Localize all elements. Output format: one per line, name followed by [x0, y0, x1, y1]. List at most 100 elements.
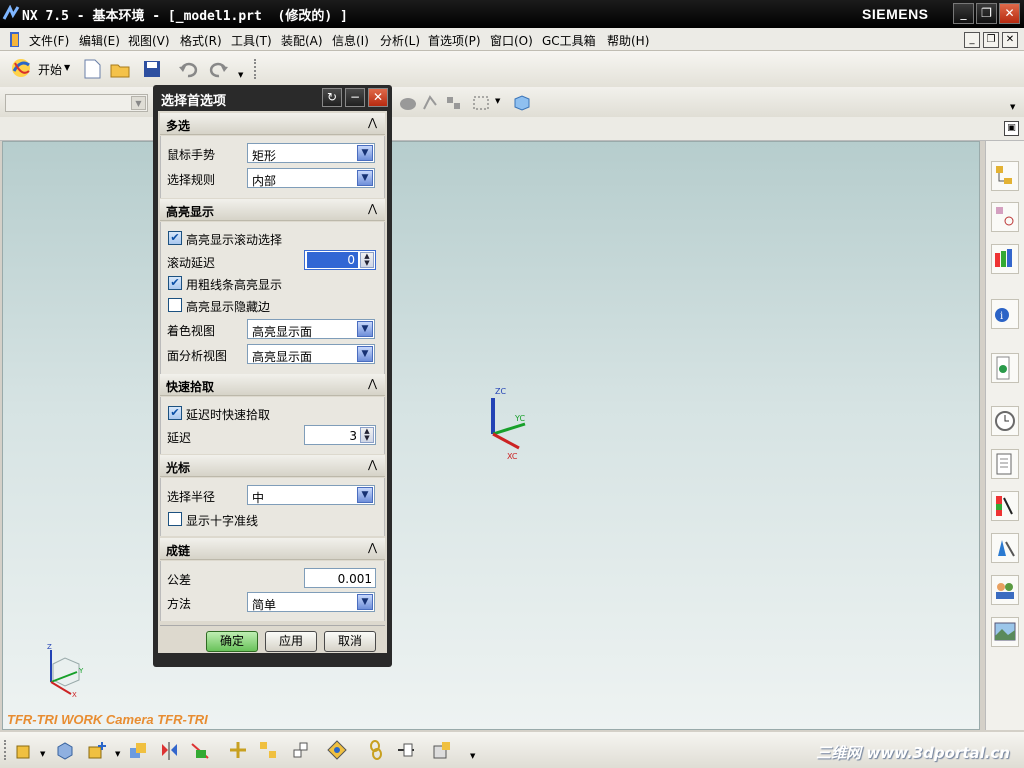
chevron-down-icon[interactable]: ▼ — [131, 96, 146, 110]
reuse-library-icon[interactable] — [991, 244, 1019, 274]
rule-select[interactable]: 内部 ▼ — [247, 168, 375, 188]
menu-tools[interactable]: 工具(T) — [231, 32, 272, 49]
radius-select[interactable]: 中 ▼ — [247, 485, 375, 505]
menu-assembly[interactable]: 装配(A) — [281, 32, 323, 49]
redo-icon[interactable] — [209, 59, 229, 79]
maximize-view-icon[interactable]: ▣ — [1004, 121, 1019, 136]
chevron-down-icon[interactable]: ▼ — [495, 97, 500, 105]
minimize-dialog-button[interactable]: − — [345, 88, 365, 107]
toolbar-grip[interactable] — [254, 59, 258, 79]
chevron-down-icon[interactable]: ▼ — [357, 145, 373, 161]
toolbar-overflow-icon[interactable]: ▼ — [238, 71, 243, 79]
close-button[interactable]: ✕ — [999, 3, 1020, 24]
section-multi-select[interactable]: 多选 ⋀ — [160, 113, 385, 135]
snap-point-icon[interactable] — [420, 93, 440, 113]
method-select[interactable]: 简单 ▼ — [247, 592, 375, 612]
trim-body-icon[interactable] — [190, 740, 210, 760]
menu-edit[interactable]: 编辑(E) — [79, 32, 120, 49]
point-icon[interactable] — [290, 740, 310, 760]
info-icon[interactable]: i — [991, 299, 1019, 329]
face-rule-icon[interactable] — [398, 93, 418, 113]
web-browser-icon[interactable] — [991, 353, 1019, 383]
selection-box-icon[interactable] — [472, 93, 492, 113]
chevron-down-icon[interactable]: ▼ — [357, 346, 373, 362]
toolbar-grip[interactable] — [4, 740, 8, 760]
scroll-select-checkbox[interactable]: ✔ — [168, 231, 182, 245]
chevron-down-icon[interactable]: ▼ — [357, 594, 373, 610]
menu-help[interactable]: 帮助(H) — [607, 32, 649, 49]
shaded-view-select[interactable]: 高亮显示面 ▼ — [247, 319, 375, 339]
history-icon[interactable] — [991, 406, 1019, 436]
gesture-select[interactable]: 矩形 ▼ — [247, 143, 375, 163]
start-menu-label[interactable]: 开始 — [38, 61, 62, 78]
unite-icon[interactable] — [128, 740, 148, 760]
chevron-down-icon[interactable]: ▼ — [115, 750, 120, 758]
collapse-icon[interactable]: ⋀ — [364, 115, 381, 131]
analysis-view-select[interactable]: 高亮显示面 ▼ — [247, 344, 375, 364]
system-materials-icon[interactable] — [991, 449, 1019, 479]
menu-window[interactable]: 窗口(O) — [490, 32, 533, 49]
chevron-down-icon[interactable]: ▼ — [40, 750, 45, 758]
tolerance-input[interactable]: 0.001 — [304, 568, 376, 588]
mirror-icon[interactable] — [160, 740, 180, 760]
chevron-down-icon[interactable]: ▼ — [357, 321, 373, 337]
measure-icon[interactable] — [396, 740, 416, 760]
mdi-minimize-button[interactable]: _ — [964, 32, 980, 48]
section-quick-pick[interactable]: 快速拾取 ⋀ — [160, 374, 385, 396]
menu-view[interactable]: 视图(V) — [128, 32, 170, 49]
datum-axis-icon[interactable] — [258, 740, 278, 760]
ok-button[interactable]: 确定 — [206, 631, 258, 652]
graphics-viewport[interactable]: ZC YC XC Z Y X TFR-TRI WORK Camera TFR-T… — [2, 141, 980, 730]
datum-plane-icon[interactable] — [228, 740, 248, 760]
menu-format[interactable]: 格式(R) — [180, 32, 222, 49]
extrude-icon[interactable] — [55, 740, 75, 760]
close-dialog-button[interactable]: ✕ — [368, 88, 388, 107]
hidden-edges-checkbox[interactable] — [168, 298, 182, 312]
door-icon[interactable] — [8, 31, 22, 48]
menu-file[interactable]: 文件(F) — [29, 32, 69, 49]
thick-lines-checkbox[interactable]: ✔ — [168, 276, 182, 290]
delay-input[interactable]: 3 ▲ ▼ — [304, 425, 376, 445]
visualization-icon[interactable] — [991, 491, 1019, 521]
apply-button[interactable]: 应用 — [265, 631, 317, 652]
edit-object-icon[interactable] — [432, 740, 452, 760]
constraint-navigator-icon[interactable] — [991, 202, 1019, 232]
start-icon[interactable] — [10, 57, 30, 77]
minimize-button[interactable]: _ — [953, 3, 974, 24]
cancel-button[interactable]: 取消 — [324, 631, 376, 652]
spinner-icon[interactable]: ▲ ▼ — [360, 252, 374, 268]
chain-icon[interactable] — [366, 740, 386, 760]
history-palette-icon[interactable] — [991, 617, 1019, 647]
collapse-icon[interactable]: ⋀ — [364, 201, 381, 217]
scroll-delay-input[interactable]: 0 ▲ ▼ — [304, 250, 376, 270]
view-orient-icon[interactable] — [327, 740, 347, 760]
process-studio-icon[interactable] — [991, 533, 1019, 563]
snap-end-icon[interactable] — [444, 93, 464, 113]
mdi-close-button[interactable]: ✕ — [1002, 32, 1018, 48]
section-cursor[interactable]: 光标 ⋀ — [160, 455, 385, 477]
menu-info[interactable]: 信息(I) — [332, 32, 369, 49]
mdi-restore-button[interactable]: ❐ — [983, 32, 999, 48]
menu-gc-toolbox[interactable]: GC工具箱 — [542, 32, 596, 49]
chevron-down-icon[interactable]: ▼ — [357, 487, 373, 503]
delayed-quick-pick-checkbox[interactable]: ✔ — [168, 406, 182, 420]
chevron-down-icon[interactable]: ▼ — [64, 63, 70, 72]
section-highlight[interactable]: 高亮显示 ⋀ — [160, 199, 385, 221]
spinner-icon[interactable]: ▲ ▼ — [360, 427, 374, 443]
roles-icon[interactable] — [991, 575, 1019, 605]
crosshair-checkbox[interactable] — [168, 512, 182, 526]
new-file-icon[interactable] — [82, 59, 102, 79]
toolbar-overflow-icon[interactable]: ▼ — [470, 752, 475, 760]
chevron-down-icon[interactable]: ▼ — [357, 170, 373, 186]
undo-icon[interactable] — [178, 59, 198, 79]
collapse-icon[interactable]: ⋀ — [364, 540, 381, 556]
sketch-icon[interactable] — [14, 740, 34, 760]
collapse-icon[interactable]: ⋀ — [364, 457, 381, 473]
feature-add-icon[interactable] — [86, 740, 106, 760]
collapse-icon[interactable]: ⋀ — [364, 376, 381, 392]
assembly-navigator-icon[interactable] — [991, 161, 1019, 191]
menu-analysis[interactable]: 分析(L) — [380, 32, 420, 49]
restore-button[interactable]: ❐ — [976, 3, 997, 24]
type-filter-select[interactable]: ▼ — [5, 94, 148, 112]
toolbar-overflow-icon[interactable]: ▼ — [1010, 103, 1015, 111]
